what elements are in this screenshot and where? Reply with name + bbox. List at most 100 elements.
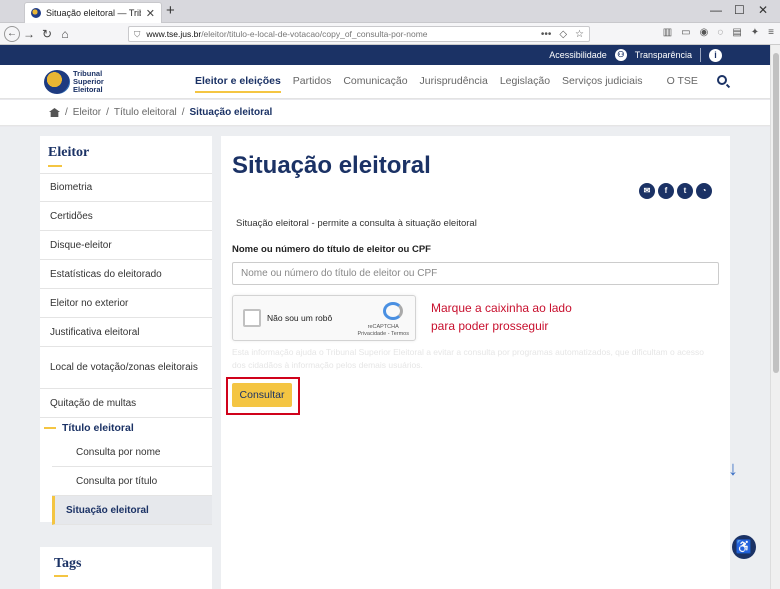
menu-partidos[interactable]: Partidos — [293, 75, 332, 87]
sidebar-item-estatisticas[interactable]: Estatísticas do eleitorado — [40, 260, 212, 289]
menu-eleitor-eleicoes[interactable]: Eleitor e eleições — [195, 75, 281, 93]
maximize-icon[interactable]: ☐ — [734, 3, 745, 17]
page-scrollbar[interactable] — [770, 45, 780, 589]
twitter-icon[interactable]: t — [677, 183, 693, 199]
main-menu: Eleitor e eleições Partidos Comunicação … — [195, 75, 698, 93]
info-icon[interactable]: i — [709, 48, 722, 62]
page-actions-icon[interactable]: ••• — [541, 29, 552, 40]
extension-icon[interactable]: ◌ — [717, 27, 723, 38]
scroll-down-arrow-icon[interactable]: ↓ — [728, 458, 738, 481]
accessibility-icon[interactable]: ⚇ — [614, 49, 627, 61]
home-icon[interactable] — [49, 108, 60, 117]
forward-icon[interactable]: → — [20, 27, 38, 41]
sidebar-icon[interactable]: ▭ — [681, 27, 690, 38]
recaptcha-brand: reCAPTCHA — [367, 324, 399, 330]
breadcrumb: / Eleitor / Título eleitoral / Situação … — [0, 100, 770, 126]
recaptcha-logo-icon — [383, 302, 403, 320]
logo-text: Tribunal Superior Eleitoral — [73, 70, 104, 94]
consultar-button[interactable]: Consultar — [232, 383, 292, 407]
logo-line3: Eleitoral — [73, 85, 103, 94]
reload-icon[interactable]: ↻ — [38, 27, 56, 41]
browser-tab[interactable]: Situação eleitoral — Tribunal Su ✕ — [24, 2, 162, 23]
share-buttons: ✉ f t ◔ — [639, 183, 712, 199]
site-header: Tribunal Superior Eleitoral Eleitor e el… — [0, 65, 770, 99]
sidebar-item-disque-eleitor[interactable]: Disque-eleitor — [40, 231, 212, 260]
sidebar-item-certidoes[interactable]: Certidões — [40, 202, 212, 231]
menu-servicos-judiciais[interactable]: Serviços judiciais — [562, 75, 643, 87]
main-content: Situação eleitoral ✉ f t ◔ Situação elei… — [221, 136, 730, 589]
recaptcha-links[interactable]: Privacidade - Termos — [357, 331, 409, 337]
bookmark-star-icon[interactable]: ☆ — [575, 29, 584, 40]
browser-nav-bar: ← → ↻ ⌂ ⛉ www.tse.jus.br/eleitor/titulo-… — [0, 23, 780, 45]
menu-icon[interactable]: ≡ — [768, 27, 774, 38]
sidebar-item-eleitor-exterior[interactable]: Eleitor no exterior — [40, 289, 212, 318]
sidebar-item-biometria[interactable]: Biometria — [40, 173, 212, 202]
tags-panel: Tags — [40, 547, 212, 589]
sidebar-item-quitacao-multas[interactable]: Quitação de multas — [40, 389, 212, 418]
tse-logo[interactable]: Tribunal Superior Eleitoral — [44, 70, 104, 94]
site-top-bar: Acessibilidade ⚇ Transparência i — [0, 45, 770, 65]
sidebar-title: Eleitor — [48, 145, 90, 160]
hint-line2: para poder prosseguir — [431, 319, 549, 333]
menu-comunicacao[interactable]: Comunicação — [343, 75, 407, 87]
sidebar-group-label: Título eleitoral — [62, 422, 134, 434]
menu-o-tse[interactable]: O TSE — [667, 75, 698, 87]
divider — [700, 48, 701, 62]
sidebar: Eleitor Biometria Certidões Disque-eleit… — [40, 136, 212, 525]
tse-emblem-icon — [44, 70, 70, 94]
breadcrumb-separator: / — [106, 107, 109, 118]
recaptcha-branding: reCAPTCHA Privacidade - Termos — [357, 324, 409, 338]
recaptcha-widget: Não sou um robô reCAPTCHA Privacidade - … — [232, 295, 416, 341]
breadcrumb-separator: / — [181, 107, 185, 118]
whatsapp-icon[interactable]: ◔ — [696, 183, 712, 199]
account-icon[interactable]: ◉ — [700, 27, 709, 38]
captcha-explanation: Esta informação ajuda o Tribunal Superio… — [232, 347, 705, 370]
sidebar-item-local-votacao[interactable]: Local de votação/zonas eleitorais — [40, 347, 212, 389]
sidebar-subitem-consulta-titulo[interactable]: Consulta por título — [52, 467, 212, 496]
sidebar-subitem-consulta-nome[interactable]: Consulta por nome — [52, 438, 212, 467]
accessibility-link[interactable]: Acessibilidade — [549, 50, 607, 60]
home-icon[interactable]: ⌂ — [56, 27, 74, 41]
menu-jurisprudencia[interactable]: Jurisprudência — [420, 75, 488, 87]
recaptcha-label: Não sou um robô — [267, 313, 333, 323]
sidebar-subitem-situacao-eleitoral[interactable]: Situação eleitoral — [52, 496, 212, 525]
recaptcha-checkbox[interactable] — [243, 309, 261, 327]
field-label: Nome ou número do título de eleitor ou C… — [232, 244, 431, 255]
page-title: Situação eleitoral — [232, 152, 431, 179]
sidebar-group-titulo[interactable]: Título eleitoral — [40, 418, 212, 438]
tab-title: Situação eleitoral — Tribunal Su — [46, 8, 141, 18]
breadcrumb-titulo-eleitoral[interactable]: Título eleitoral — [114, 107, 177, 118]
pocket-icon[interactable]: ◇ — [559, 29, 567, 40]
back-icon[interactable]: ← — [4, 25, 20, 42]
shield-icon[interactable]: ⛉ — [134, 29, 140, 40]
breadcrumb-current: Situação eleitoral — [189, 107, 273, 118]
close-window-icon[interactable]: ✕ — [758, 3, 768, 17]
url-path: /eleitor/titulo-e-local-de-votacao/copy_… — [201, 29, 428, 39]
menu-legislacao[interactable]: Legislação — [500, 75, 550, 87]
minimize-icon[interactable]: — — [710, 3, 722, 17]
sidebar-item-justificativa[interactable]: Justificativa eleitoral — [40, 318, 212, 347]
tags-title: Tags — [54, 556, 82, 571]
transparency-link[interactable]: Transparência — [635, 50, 692, 60]
extension2-icon[interactable]: ✦ — [751, 27, 759, 38]
title-underline — [54, 575, 68, 577]
facebook-icon[interactable]: f — [658, 183, 674, 199]
browser-tab-bar: Situação eleitoral — Tribunal Su ✕ + — ☐… — [0, 0, 780, 23]
new-tab-icon[interactable]: + — [166, 2, 175, 19]
close-tab-icon[interactable]: ✕ — [146, 7, 155, 20]
reader-icon[interactable]: ▤ — [732, 27, 741, 38]
accessibility-widget-icon[interactable]: ♿ — [732, 535, 756, 559]
search-input[interactable] — [232, 262, 719, 285]
email-icon[interactable]: ✉ — [639, 183, 655, 199]
scrollbar-thumb[interactable] — [773, 53, 779, 373]
search-icon[interactable] — [717, 75, 727, 85]
group-marker — [44, 427, 56, 429]
annotation-hint: Marque a caixinha ao lado para poder pro… — [431, 299, 572, 335]
url-bar[interactable]: ⛉ www.tse.jus.br/eleitor/titulo-e-local-… — [128, 26, 590, 42]
breadcrumb-eleitor[interactable]: Eleitor — [73, 107, 101, 118]
url-domain: www.tse.jus.br — [146, 29, 202, 39]
library-icon[interactable]: ▥ — [663, 27, 672, 38]
breadcrumb-separator: / — [65, 107, 68, 118]
hint-line1: Marque a caixinha ao lado — [431, 301, 572, 315]
page-description: Situação eleitoral - permite a consulta … — [236, 218, 477, 229]
